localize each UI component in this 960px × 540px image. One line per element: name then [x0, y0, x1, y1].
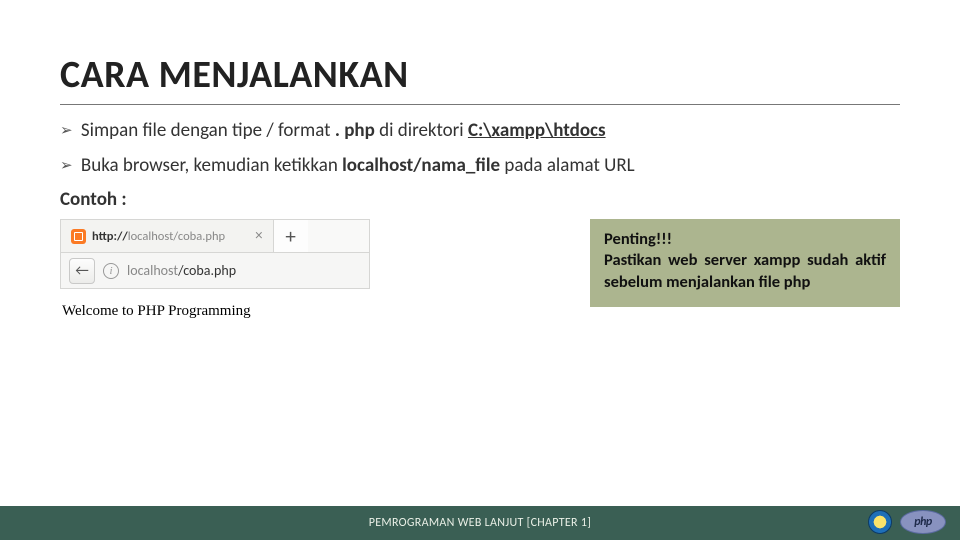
university-logo-icon — [868, 510, 892, 534]
php-logo-icon: php — [900, 510, 946, 534]
bullet-2: ➢ Buka browser, kemudian ketikkan localh… — [60, 154, 900, 179]
note-line-2: Pastikan web server xampp sudah aktif se… — [604, 250, 886, 292]
address-bar[interactable]: localhost/coba.php — [127, 262, 236, 279]
note-line-1: Penting!!! — [604, 229, 886, 250]
url-host: localhost — [127, 262, 178, 279]
footer-text: PEMROGRAMAN WEB LANJUT [CHAPTER 1] — [369, 516, 592, 530]
bullet-2-pre: Buka browser, kemudian ketikkan — [81, 154, 342, 177]
slide: CARA MENJALANKAN ➢ Simpan file dengan ti… — [0, 0, 960, 320]
arrow-icon: ➢ — [60, 122, 73, 142]
bullet-2-post: pada alamat URL — [504, 154, 634, 177]
bullet-1: ➢ Simpan file dengan tipe / format . php… — [60, 119, 900, 144]
xampp-favicon-icon — [71, 229, 86, 244]
important-note: Penting!!! Pastikan web server xampp sud… — [590, 219, 900, 306]
tab-url-scheme: http:// — [92, 229, 128, 244]
url-path: /coba.php — [178, 262, 236, 279]
close-tab-icon[interactable]: × — [255, 227, 262, 245]
tab-title: http://localhost/coba.php — [92, 229, 225, 244]
bullet-1-pre: Simpan file dengan tipe / format — [81, 119, 331, 142]
browser-mock: http://localhost/coba.php × + ← i localh… — [60, 219, 370, 320]
bullet-1-bold-ext: . php — [335, 119, 375, 142]
bullet-1-path: C:\xampp\htdocs — [468, 119, 606, 142]
back-button[interactable]: ← — [69, 258, 95, 284]
tab-url-rest: localhost/coba.php — [128, 229, 225, 244]
php-logo-label: php — [914, 515, 932, 529]
example-label: Contoh : — [60, 188, 900, 211]
browser-toolbar: ← i localhost/coba.php — [60, 253, 370, 289]
arrow-icon: ➢ — [60, 157, 73, 177]
page-content: Welcome to PHP Programming — [60, 289, 370, 320]
arrow-left-icon: ← — [75, 262, 89, 280]
new-tab-button[interactable]: + — [274, 220, 308, 252]
slide-title: CARA MENJALANKAN — [60, 52, 900, 105]
site-info-icon[interactable]: i — [103, 263, 119, 279]
footer-logos: php — [868, 510, 946, 534]
example-row: http://localhost/coba.php × + ← i localh… — [60, 219, 900, 320]
footer-bar: PEMROGRAMAN WEB LANJUT [CHAPTER 1] — [0, 506, 960, 540]
bullet-2-bold: localhost/nama_file — [342, 154, 500, 177]
browser-tabbar: http://localhost/coba.php × + — [60, 219, 370, 253]
browser-tab[interactable]: http://localhost/coba.php × — [61, 220, 274, 252]
bullet-1-mid: di direktori — [379, 119, 468, 142]
